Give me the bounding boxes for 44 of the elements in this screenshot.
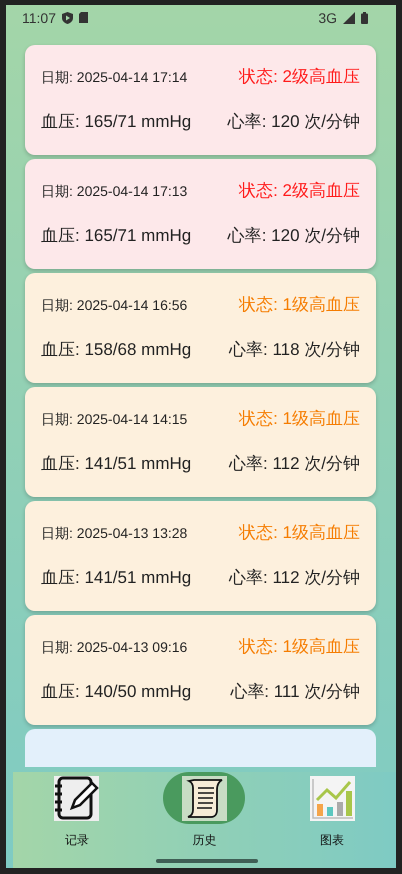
record-date: 日期: 2025-04-13 13:28 [41, 525, 188, 543]
blood-pressure: 血压: 140/50 mmHg [41, 681, 192, 703]
heart-rate: 心率: 111 次/分钟 [230, 681, 360, 703]
record-status: 状态: 1级高血压 [239, 636, 360, 658]
record-status: 状态: 1级高血压 [239, 294, 360, 316]
record-date: 日期: 2025-04-14 17:14 [41, 69, 188, 87]
scroll-icon [182, 776, 227, 820]
record-date: 日期: 2025-04-13 09:16 [41, 639, 188, 657]
shield-icon [62, 12, 73, 24]
record-card[interactable]: 日期: 2025-04-13 13:28 状态: 1级高血压 血压: 141/51 mmHg 心率: 112 次/分钟 [25, 501, 376, 611]
record-status: 状态: 2级高血压 [239, 66, 360, 88]
heart-rate: 心率: 120 次/分钟 [228, 111, 360, 133]
heart-rate: 心率: 112 次/分钟 [229, 567, 360, 589]
record-status: 状态: 1级高血压 [239, 522, 360, 544]
notebook-pencil-icon [54, 776, 100, 820]
record-card[interactable]: 日期: 2025-04-14 17:13 状态: 2级高血压 血压: 165/71 mmHg 心率: 120 次/分钟 [25, 159, 376, 269]
blood-pressure: 血压: 141/51 mmHg [41, 567, 192, 589]
record-card[interactable]: 日期: 2025-04-14 17:14 状态: 2级高血压 血压: 165/71 mmHg 心率: 120 次/分钟 [25, 45, 376, 155]
record-status: 状态: 1级高血压 [239, 408, 360, 430]
record-date: 日期: 2025-04-14 16:56 [41, 297, 188, 315]
heart-rate: 心率: 112 次/分钟 [229, 453, 360, 475]
heart-rate: 心率: 118 次/分钟 [229, 339, 360, 361]
signal-icon [343, 12, 355, 24]
nav-tab[interactable]: 记录 [22, 772, 132, 852]
record-status: 状态: 2级高血压 [239, 180, 360, 202]
battery-icon [361, 12, 368, 24]
record-card[interactable]: 日期: 2025-04-14 16:56 状态: 1级高血压 血压: 158/68 mmHg 心率: 118 次/分钟 [25, 273, 376, 383]
status-time: 11:07 [22, 10, 56, 26]
home-indicator[interactable] [156, 859, 258, 863]
nav-tab[interactable]: 历史 [149, 772, 260, 852]
blood-pressure: 血压: 165/71 mmHg [41, 111, 192, 133]
record-card[interactable]: 日期: 2025-04-13 09:16 状态: 1级高血压 血压: 140/50 mmHg 心率: 111 次/分钟 [25, 615, 376, 725]
record-card[interactable]: 日期: 2025-04-14 14:15 状态: 1级高血压 血压: 141/51 mmHg 心率: 112 次/分钟 [25, 387, 376, 497]
bar-chart-icon [310, 776, 355, 820]
sd-card-icon [79, 12, 88, 23]
record-date: 日期: 2025-04-14 14:15 [41, 411, 188, 429]
blood-pressure: 血压: 158/68 mmHg [41, 339, 192, 361]
record-date: 日期: 2025-04-14 17:13 [41, 183, 188, 201]
record-card[interactable] [25, 729, 376, 767]
blood-pressure: 血压: 141/51 mmHg [41, 453, 192, 475]
blood-pressure: 血压: 165/71 mmHg [41, 225, 192, 247]
nav-tab[interactable]: 图表 [277, 772, 388, 852]
heart-rate: 心率: 120 次/分钟 [228, 225, 360, 247]
network-type: 3G [318, 10, 337, 26]
